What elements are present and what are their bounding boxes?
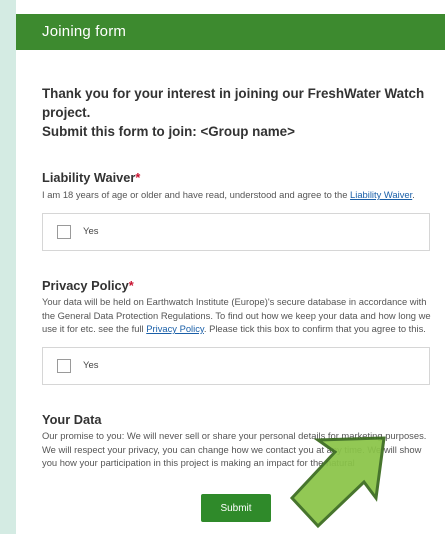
liability-text-before: I am 18 years of age or older and have r… (42, 189, 351, 200)
intro-text: Thank you for your interest in joining o… (42, 86, 425, 139)
left-accent-bar (0, 0, 16, 534)
required-marker: * (128, 278, 134, 293)
liability-waiver-link[interactable]: Liability Waiver (350, 189, 412, 200)
privacy-policy-heading: Privacy Policy* (42, 278, 134, 293)
your-data-description: Our promise to you: We will never sell o… (42, 430, 427, 468)
form-header: Joining form (16, 14, 445, 50)
liability-waiver-option[interactable]: Yes (42, 213, 430, 251)
privacy-policy-link[interactable]: Privacy Policy (146, 323, 204, 334)
submit-button[interactable]: Submit (201, 494, 271, 522)
privacy-policy-description: Your data will be held on Earthwatch Ins… (42, 295, 438, 336)
privacy-policy-yes-label[interactable]: Yes (83, 360, 99, 371)
liability-waiver-title: Liability Waiver (42, 170, 136, 185)
required-marker: * (135, 170, 141, 185)
liability-waiver-heading: Liability Waiver* (42, 170, 140, 185)
privacy-policy-checkbox[interactable] (57, 359, 71, 373)
form-title: Joining form (42, 23, 127, 40)
top-strip (16, 0, 445, 14)
liability-waiver-yes-label[interactable]: Yes (83, 226, 99, 237)
your-data-heading: Your Data (42, 412, 102, 427)
liability-text-after: . (412, 189, 415, 200)
privacy-text-after: . Please tick this box to confirm that y… (203, 323, 426, 334)
privacy-policy-title: Privacy Policy (42, 278, 129, 293)
liability-waiver-description: I am 18 years of age or older and have r… (42, 188, 438, 202)
liability-waiver-checkbox[interactable] (57, 225, 71, 239)
privacy-policy-option[interactable]: Yes (42, 347, 430, 385)
